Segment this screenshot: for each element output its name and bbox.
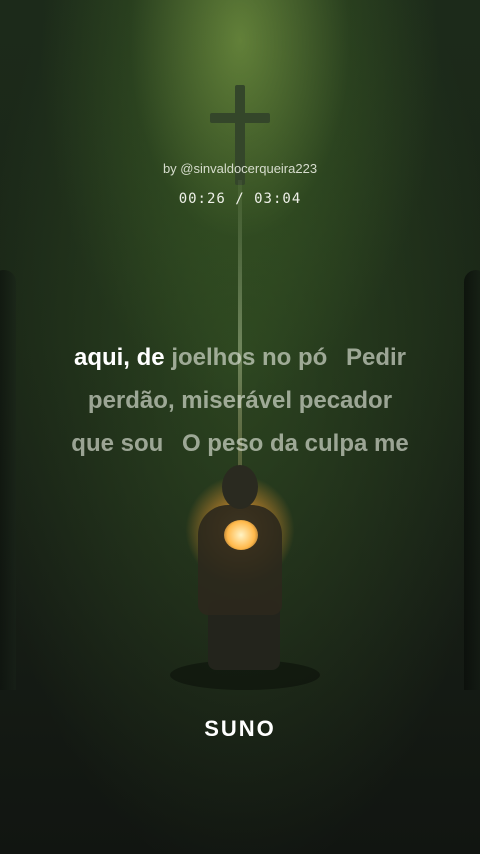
lyric-upcoming-text: O peso da culpa me <box>181 430 409 457</box>
kneeling-figure-head <box>222 465 258 509</box>
lyric-upcoming-text: que sou <box>71 430 164 457</box>
lyric-upcoming-text: Pedir <box>346 344 407 371</box>
cross-horizontal <box>210 113 270 123</box>
lyric-upcoming-text: joelhos no pó <box>171 344 328 371</box>
playback-time: 00:26 / 03:04 <box>178 191 302 207</box>
lyric-line-1: aqui, de joelhos no pó Pedir <box>0 336 480 379</box>
lyric-line-2: perdão, miserável pecador <box>87 387 393 414</box>
suno-logo[interactable]: SUNO <box>0 716 480 742</box>
left-pillar <box>0 270 16 690</box>
right-pillar <box>464 270 480 690</box>
author-credit[interactable]: by @sinvaldocerqueira223 <box>0 161 480 176</box>
lyric-sung-text: aqui, de <box>73 344 165 371</box>
lyric-line-3: que sou O peso da culpa me <box>0 422 480 465</box>
glowing-heart <box>224 520 258 550</box>
lyrics-block: aqui, de joelhos no pó Pedir perdão, mis… <box>0 336 480 465</box>
